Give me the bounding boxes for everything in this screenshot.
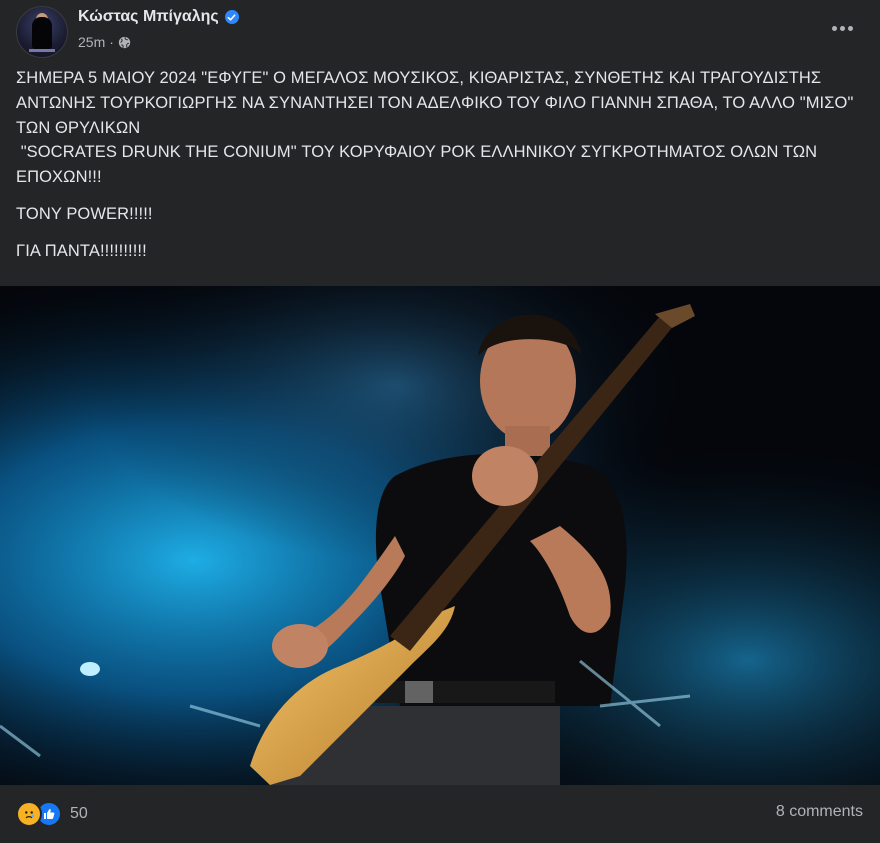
meta-separator: · bbox=[109, 34, 114, 50]
post-header: Κώστας Μπίγαλης 25m · bbox=[0, 0, 880, 62]
sad-reaction-icon bbox=[16, 801, 42, 827]
post-photo[interactable] bbox=[0, 286, 880, 785]
post-footer: 50 8 comments bbox=[0, 785, 880, 843]
author-name[interactable]: Κώστας Μπίγαλης bbox=[78, 8, 219, 26]
reactions-summary[interactable]: 50 bbox=[16, 801, 88, 827]
reaction-count: 50 bbox=[70, 805, 88, 822]
author-row: Κώστας Μπίγαλης bbox=[78, 8, 239, 26]
author-avatar[interactable] bbox=[16, 6, 68, 58]
verified-badge-icon bbox=[224, 10, 239, 24]
post-paragraph-2: TONY POWER!!!!! bbox=[16, 204, 153, 223]
post-paragraph-3: ΓΙΑ ΠΑΝΤΑ!!!!!!!!!! bbox=[16, 241, 147, 260]
post-timestamp[interactable]: 25m bbox=[78, 34, 105, 50]
more-options-icon[interactable] bbox=[826, 14, 858, 42]
globe-icon[interactable] bbox=[118, 36, 131, 49]
comments-count-link[interactable]: 8 comments bbox=[776, 803, 863, 821]
post-meta: 25m · bbox=[78, 34, 131, 50]
post-text: ΣΗΜΕΡΑ 5 ΜΑΙΟΥ 2024 "ΕΦΥΓΕ" Ο ΜΕΓΑΛΟΣ ΜΟ… bbox=[16, 66, 866, 275]
guitarist-photo bbox=[0, 286, 880, 785]
post-paragraph-1: ΣΗΜΕΡΑ 5 ΜΑΙΟΥ 2024 "ΕΦΥΓΕ" Ο ΜΕΓΑΛΟΣ ΜΟ… bbox=[16, 69, 854, 186]
